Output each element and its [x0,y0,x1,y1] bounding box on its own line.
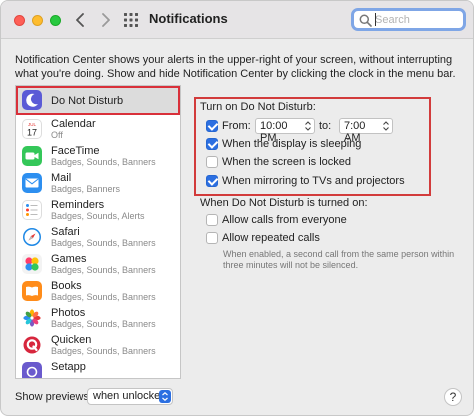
allow-repeated-label: Allow repeated calls [222,232,320,244]
screen-locked-checkbox[interactable] [206,156,218,168]
repeated-calls-footnote: When enabled, a second call from the sam… [223,249,455,270]
allow-repeated-checkbox[interactable] [206,232,218,244]
from-checkbox[interactable] [206,120,218,132]
books-icon [22,281,42,301]
photos-icon [22,308,42,328]
display-sleeping-label: When the display is sleeping [222,138,362,150]
sidebar-item-quicken[interactable]: Quicken Badges, Sounds, Banners [16,332,180,359]
sidebar-item-subtitle: Badges, Sounds, Banners [51,265,156,275]
svg-text:17: 17 [27,128,37,138]
sidebar-item-mail[interactable]: Mail Badges, Banners [16,170,180,197]
setapp-icon [22,362,42,378]
from-time-stepper[interactable]: 10:00 PM [255,118,315,144]
sidebar-item-subtitle: Badges, Sounds, Banners [51,319,156,329]
zoom-button[interactable] [50,15,61,26]
title-bar: Notifications Search [1,1,473,39]
search-icon [359,14,372,27]
mirroring-checkbox[interactable] [206,175,218,187]
stepper-arrows-icon [383,121,389,131]
minimize-button[interactable] [32,15,43,26]
sidebar-item-label: Do Not Disturb [51,95,124,107]
sidebar-item-subtitle: Badges, Sounds, Banners [51,157,156,167]
sidebar-item-games[interactable]: Games Badges, Sounds, Banners [16,251,180,278]
mirroring-label: When mirroring to TVs and projectors [222,175,405,187]
sidebar-item-setapp[interactable]: Setapp [16,359,180,378]
sidebar-item-subtitle: Off [51,130,63,140]
close-button[interactable] [14,15,25,26]
show-previews-popup[interactable]: when unlocked [87,388,173,405]
sidebar-item-label: Mail [51,172,72,184]
to-label: to: [319,120,332,132]
sidebar-item-photos[interactable]: Photos Badges, Sounds, Banners [16,305,180,332]
reminders-icon [22,200,42,220]
sidebar-item-label: Setapp [51,361,86,373]
safari-icon [22,227,42,247]
stepper-arrows-icon [305,121,311,131]
chevron-left-icon [76,13,84,27]
facetime-icon [22,146,42,166]
window-title: Notifications [149,11,228,26]
sidebar-item-label: Calendar [51,118,96,130]
sidebar-item-subtitle: Badges, Sounds, Alerts [51,211,145,221]
grid-icon [124,13,138,27]
moon-icon [22,90,42,110]
calendar-icon: JUL 17 [22,119,42,139]
quicken-icon [22,335,42,355]
sidebar-item-subtitle: Badges, Sounds, Banners [51,346,156,356]
sidebar-item-do-not-disturb[interactable]: Do Not Disturb [16,86,180,115]
intro-text: Notification Center shows your alerts in… [15,54,456,80]
show-previews-label: Show previews: [15,391,93,403]
sidebar-item-subtitle: Badges, Sounds, Banners [51,238,156,248]
screen-locked-label: When the screen is locked [222,156,352,168]
back-button[interactable] [71,10,89,30]
sidebar-item-safari[interactable]: Safari Badges, Sounds, Banners [16,224,180,251]
sidebar-item-label: FaceTime [51,145,100,157]
chevron-updown-icon [162,392,168,401]
games-icon [22,254,42,274]
preferences-window: Notifications Search Notification Center… [0,0,474,416]
sidebar-item-label: Safari [51,226,80,238]
sidebar-item-label: Quicken [51,334,92,346]
text-caret [375,13,376,26]
allow-everyone-checkbox[interactable] [206,214,218,226]
sidebar-item-facetime[interactable]: FaceTime Badges, Sounds, Banners [16,143,180,170]
mail-icon [22,173,42,193]
sidebar-item-calendar[interactable]: JUL 17 Calendar Off [16,116,180,143]
popup-arrows-button [159,390,171,403]
show-all-button[interactable] [123,12,139,28]
show-previews-value: when unlocked [93,390,167,402]
sidebar-item-label: Games [51,253,87,265]
sidebar-item-label: Books [51,280,82,292]
allow-everyone-label: Allow calls from everyone [222,214,347,226]
display-sleeping-checkbox[interactable] [206,138,218,150]
search-placeholder: Search [375,14,410,26]
sidebar-item-books[interactable]: Books Badges, Sounds, Banners [16,278,180,305]
forward-button[interactable] [97,10,115,30]
sidebar-item-reminders[interactable]: Reminders Badges, Sounds, Alerts [16,197,180,224]
sidebar-item-label: Photos [51,307,86,319]
svg-text:JUL: JUL [28,122,36,127]
dnd-heading: Turn on Do Not Disturb: [200,101,316,113]
app-list[interactable]: Do Not Disturb JUL 17 Calendar Off FaceTi… [15,85,181,379]
help-button[interactable]: ? [444,388,462,406]
sidebar-item-label: Reminders [51,199,105,211]
sidebar-item-subtitle: Badges, Banners [51,184,121,194]
when-on-heading: When Do Not Disturb is turned on: [200,197,368,209]
from-label: From: [222,120,251,132]
chevron-right-icon [102,13,110,27]
search-field[interactable]: Search [351,8,466,31]
sidebar-item-subtitle: Badges, Sounds, Banners [51,292,156,302]
to-time-stepper[interactable]: 7:00 AM [339,118,393,144]
